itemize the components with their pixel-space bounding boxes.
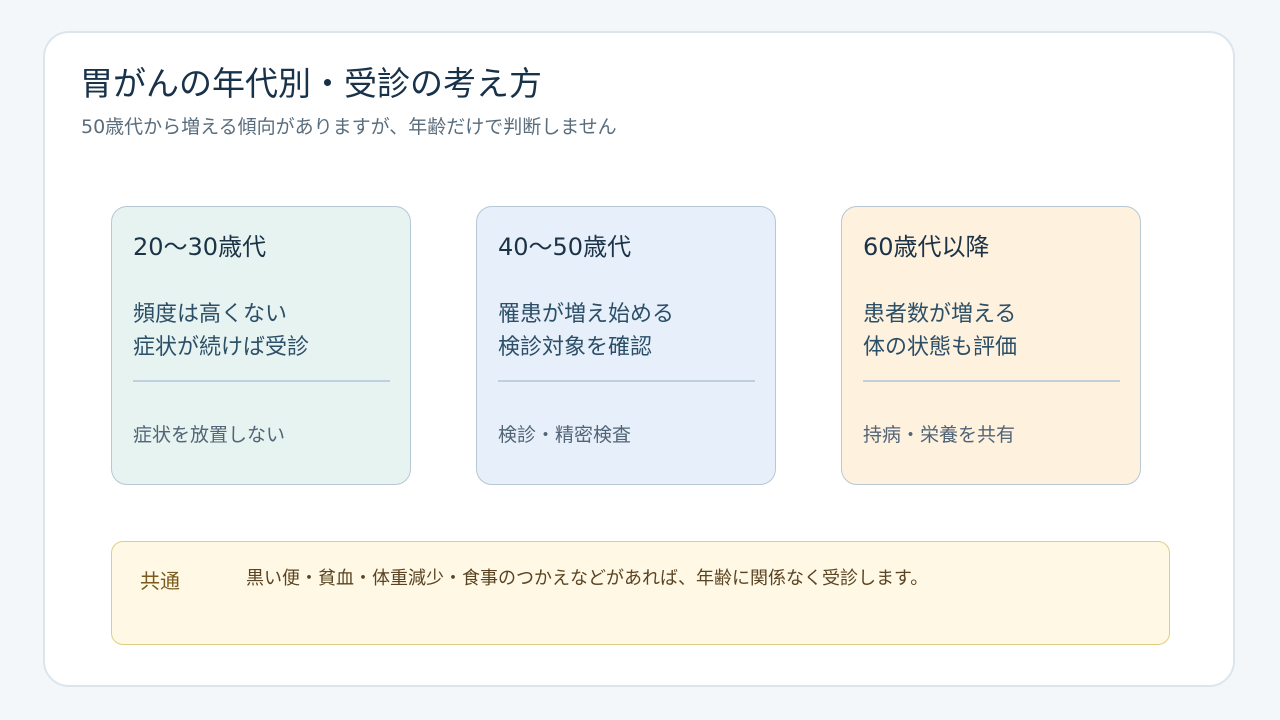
card-footer: 症状を放置しない: [133, 424, 286, 446]
card-40-50s: 40〜50歳代 罹患が増え始める 検診対象を確認 検診・精密検査: [476, 206, 776, 485]
card-divider: [863, 380, 1120, 382]
card-footer: 持病・栄養を共有: [863, 424, 1016, 446]
card-heading: 20〜30歳代: [133, 233, 267, 261]
common-note-banner: 共通 黒い便・貧血・体重減少・食事のつかえなどがあれば、年齢に関係なく受診します…: [111, 541, 1170, 645]
common-text: 黒い便・貧血・体重減少・食事のつかえなどがあれば、年齢に関係なく受診します。: [246, 568, 929, 589]
card-line-2: 体の状態も評価: [863, 335, 1018, 360]
card-heading: 60歳代以降: [863, 233, 990, 261]
card-60s-plus: 60歳代以降 患者数が増える 体の状態も評価 持病・栄養を共有: [841, 206, 1141, 485]
card-line-1: 罹患が増え始める: [498, 302, 675, 327]
card-footer: 検診・精密検査: [498, 424, 632, 446]
card-20-30s: 20〜30歳代 頻度は高くない 症状が続けば受診 症状を放置しない: [111, 206, 411, 485]
page-subtitle: 50歳代から増える傾向がありますが、年齢だけで判断しません: [81, 116, 617, 138]
card-line-1: 患者数が増える: [863, 302, 1017, 327]
card-divider: [133, 380, 390, 382]
common-label: 共通: [140, 569, 180, 593]
page-title: 胃がんの年代別・受診の考え方: [80, 64, 542, 103]
card-line-2: 症状が続けば受診: [133, 335, 310, 360]
card-heading: 40〜50歳代: [498, 233, 632, 261]
card-divider: [498, 380, 755, 382]
card-line-2: 検診対象を確認: [498, 335, 653, 360]
card-line-1: 頻度は高くない: [133, 302, 288, 327]
